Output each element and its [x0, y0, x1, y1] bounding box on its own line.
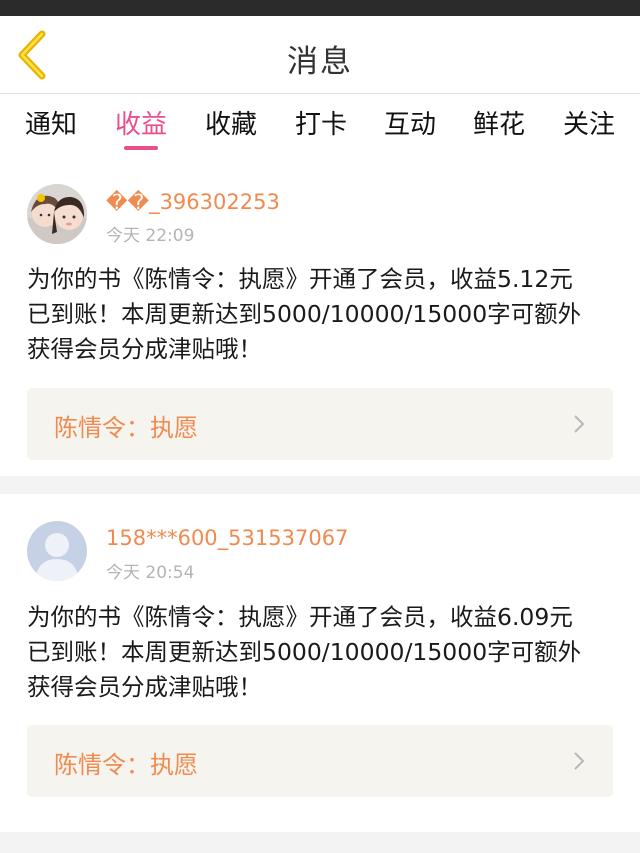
book-title: 陈情令：执愿: [54, 414, 198, 442]
chevron-right-icon: [574, 752, 585, 770]
tab-bar: 通知 收益 收藏 打卡 互动 鲜花 关注: [0, 94, 640, 156]
message-line: 为你的书《陈情令：执愿》开通了会员，收益5.12元: [27, 265, 573, 293]
tab-checkin[interactable]: 打卡: [295, 104, 347, 141]
avatar[interactable]: [27, 521, 87, 581]
book-title: 陈情令：执愿: [54, 751, 198, 779]
message-line: 获得会员分成津贴哦！: [27, 335, 262, 363]
page-title: 消息: [287, 44, 353, 80]
message-line: 获得会员分成津贴哦！: [27, 673, 262, 701]
status-bar: [0, 0, 640, 16]
book-link[interactable]: 陈情令：执愿: [27, 388, 613, 460]
tab-following[interactable]: 关注: [563, 104, 615, 141]
tab-favorites[interactable]: 收藏: [205, 104, 257, 141]
username[interactable]: ��_396302253: [106, 190, 280, 214]
message-line: 为你的书《陈情令：执愿》开通了会员，收益6.09元: [27, 603, 573, 631]
message-card: ��_396302253 今天 22:09 为你的书《陈情令：执愿》开通了会员，…: [0, 156, 640, 476]
message-card: 158***600_531537067 今天 20:54 为你的书《陈情令：执愿…: [0, 494, 640, 832]
tab-flowers[interactable]: 鲜花: [473, 104, 525, 141]
chevron-right-icon: [574, 415, 585, 433]
tab-notifications[interactable]: 通知: [25, 104, 77, 141]
photo-avatar-icon: [27, 184, 87, 244]
message-line: 已到账！本周更新达到5000/10000/15000字可额外: [27, 638, 582, 666]
tab-interactions[interactable]: 互动: [384, 104, 436, 141]
default-avatar-icon: [27, 521, 87, 581]
avatar[interactable]: [27, 184, 87, 244]
tab-earnings[interactable]: 收益: [115, 104, 167, 141]
active-tab-indicator: [124, 146, 158, 150]
timestamp: 今天 20:54: [106, 563, 195, 583]
timestamp: 今天 22:09: [106, 226, 195, 246]
book-link[interactable]: 陈情令：执愿: [27, 725, 613, 797]
username[interactable]: 158***600_531537067: [106, 526, 348, 550]
message-text: 为你的书《陈情令：执愿》开通了会员，收益5.12元 已到账！本周更新达到5000…: [27, 262, 617, 367]
header: 消息: [0, 16, 640, 94]
message-text: 为你的书《陈情令：执愿》开通了会员，收益6.09元 已到账！本周更新达到5000…: [27, 600, 617, 705]
message-line: 已到账！本周更新达到5000/10000/15000字可额外: [27, 300, 582, 328]
